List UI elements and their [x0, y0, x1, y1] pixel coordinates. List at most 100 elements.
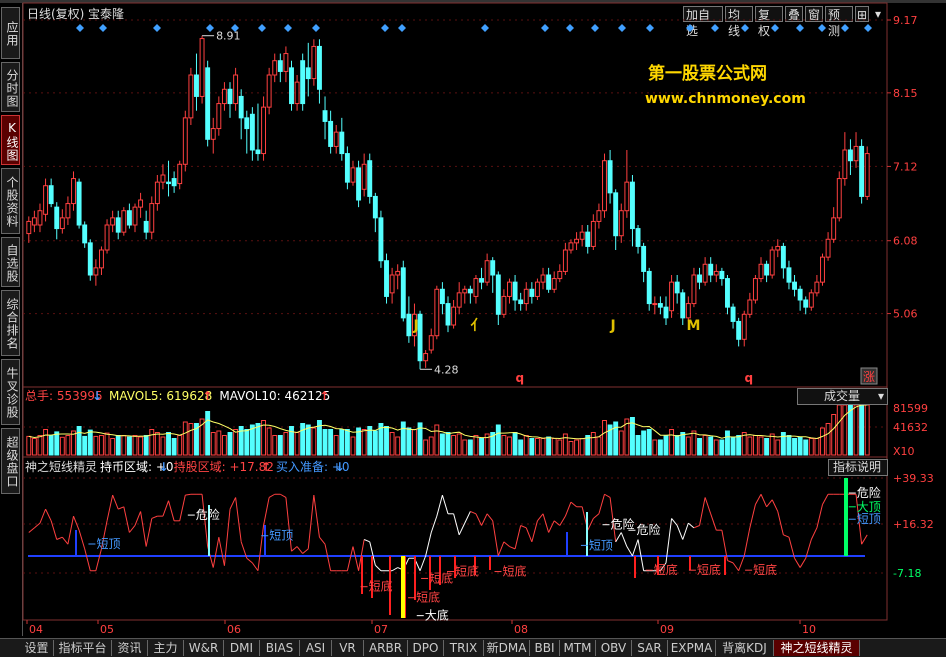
- indicator-line-segment: [620, 532, 628, 547]
- candle-body: [31, 217, 37, 226]
- candle-body: [780, 245, 786, 269]
- volume-bar: [37, 435, 43, 456]
- indicator-line-segment: [464, 511, 471, 524]
- signal-diamond-icon: [686, 24, 694, 32]
- volume-bar: [674, 435, 680, 456]
- volume-bar: [479, 438, 484, 456]
- volume-bar: [769, 433, 775, 456]
- indicator-line-segment: [743, 527, 751, 556]
- volume-bar: [143, 435, 149, 456]
- volume-bar: [384, 426, 389, 456]
- candle-body: [797, 288, 803, 301]
- indicator-line-segment: [78, 530, 86, 550]
- candle-body: [216, 103, 222, 130]
- indicator-signal-label: 危险: [611, 517, 635, 532]
- indicator-line-segment: [129, 525, 136, 533]
- candle-body: [249, 113, 255, 151]
- indicator-line-segment: [699, 497, 706, 526]
- indicator-signal-label: 短顶: [589, 538, 613, 552]
- bottom-tab-15[interactable]: OBV: [596, 640, 632, 656]
- bottom-tab-12[interactable]: 新DMA: [484, 640, 530, 656]
- volume-arrow-icon: ↑: [202, 389, 212, 403]
- signal-diamond-icon: [591, 24, 599, 32]
- volume-bar: [322, 429, 328, 456]
- price-axis-label: 5.06: [893, 308, 918, 321]
- indicator-header-1: 持股区域: +17.82: [174, 459, 274, 474]
- volume-bar: [803, 439, 809, 456]
- candle-body: [171, 178, 177, 187]
- volume-bar: [652, 439, 658, 456]
- candle-body: [792, 281, 797, 290]
- indicator-line-segment: [682, 522, 689, 540]
- candle-body: [344, 153, 350, 183]
- bottom-tab-16[interactable]: SAR: [632, 640, 668, 656]
- indicator-line-segment: [593, 513, 600, 519]
- indicator-line-segment: [492, 520, 499, 556]
- indicator-mark: J: [610, 318, 616, 334]
- volume-bar: [93, 435, 99, 456]
- indicator-axis-label: +39.33: [893, 472, 934, 485]
- signal-diamond-icon: [771, 24, 779, 32]
- indicator-line-segment: [112, 494, 119, 510]
- bottom-tab-10[interactable]: DPO: [408, 640, 444, 656]
- bottom-tab-7[interactable]: ASI: [300, 640, 332, 656]
- bottom-tab-3[interactable]: 主力: [148, 640, 184, 656]
- volume-bar: [831, 414, 837, 456]
- indicator-line-segment: [754, 494, 762, 505]
- indicator-line-segment: [140, 511, 147, 547]
- bottom-tab-4[interactable]: W&R: [184, 640, 224, 656]
- candle-body: [769, 249, 775, 276]
- candle-body: [512, 281, 518, 301]
- volume-indicator-dropdown[interactable]: 成交量 ▾: [797, 388, 888, 405]
- volume-bar: [836, 404, 842, 456]
- indicator-explain-button[interactable]: 指标说明: [828, 459, 888, 476]
- volume-bar: [428, 436, 434, 456]
- volume-bar: [367, 426, 373, 456]
- volume-bar: [339, 429, 345, 456]
- bottom-tab-6[interactable]: BIAS: [260, 640, 300, 656]
- indicator-line-segment: [676, 525, 684, 540]
- volume-bar: [842, 404, 848, 456]
- candle-body: [221, 88, 227, 105]
- volume-bar: [132, 435, 138, 456]
- indicator-line-segment: [251, 562, 259, 572]
- candle-body: [434, 288, 440, 337]
- candle-body: [479, 278, 484, 283]
- bottom-tab-11[interactable]: TRIX: [444, 640, 484, 656]
- candle-body: [568, 242, 574, 251]
- bottom-tab-19[interactable]: 神之短线精灵: [774, 640, 860, 656]
- stock-name: 宝泰隆: [88, 6, 124, 21]
- volume-axis-label: X10: [893, 445, 915, 458]
- indicator-line-segment: [470, 511, 477, 515]
- watermark-line2: www.chnmoney.com: [645, 91, 806, 107]
- candle-body: [540, 274, 546, 283]
- x-axis-label: 05: [100, 623, 114, 636]
- bottom-tab-13[interactable]: BBI: [530, 640, 560, 656]
- bottom-tab-1[interactable]: 指标平台: [54, 640, 112, 656]
- volume-bar: [59, 436, 65, 456]
- bottom-tab-14[interactable]: MTM: [560, 640, 596, 656]
- indicator-line-segment: [73, 515, 80, 531]
- indicator-line-segment: [537, 513, 544, 522]
- bottom-tab-2[interactable]: 资讯: [112, 640, 148, 656]
- candle-body: [495, 274, 501, 315]
- indicator-line-segment: [374, 564, 382, 572]
- indicator-line-segment: [553, 520, 561, 526]
- candle-body: [300, 60, 306, 105]
- bottom-tab-9[interactable]: ARBR: [364, 640, 408, 656]
- indicator-line-segment: [123, 506, 130, 533]
- volume-bar: [641, 430, 647, 456]
- bottom-tab-0[interactable]: 设置: [20, 640, 54, 656]
- volume-bar: [300, 423, 306, 456]
- volume-bar: [149, 429, 155, 456]
- candle-body: [507, 281, 512, 297]
- candle-body: [691, 274, 697, 305]
- bottom-tab-17[interactable]: EXPMA: [668, 640, 716, 656]
- indicator-line-segment: [598, 494, 605, 514]
- bottom-tab-5[interactable]: DMI: [224, 640, 260, 656]
- candle-body: [562, 249, 568, 272]
- bottom-tab-8[interactable]: VR: [332, 640, 364, 656]
- bottom-tab-18[interactable]: 背离KDJ: [716, 640, 774, 656]
- x-axis-label: 09: [660, 623, 674, 636]
- volume-bar: [797, 436, 803, 456]
